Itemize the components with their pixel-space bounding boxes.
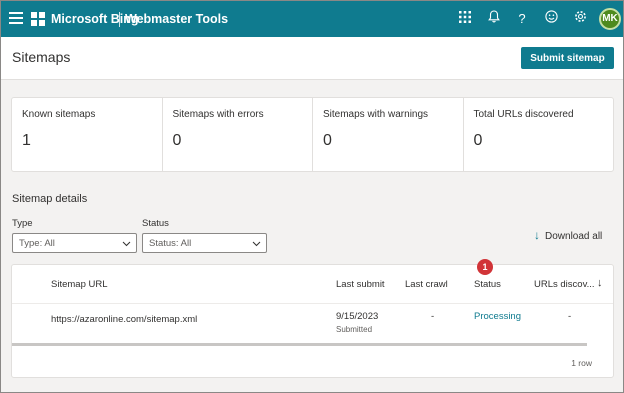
stat-label: Total URLs discovered xyxy=(473,109,574,120)
chevron-down-icon xyxy=(122,236,131,250)
stat-label: Sitemaps with errors xyxy=(172,109,264,120)
horizontal-scrollbar[interactable] xyxy=(12,343,587,346)
sort-arrow-icon[interactable]: ↓ xyxy=(597,277,603,289)
row-submit-note: Submitted xyxy=(336,325,373,334)
row-count: 1 row xyxy=(571,358,592,368)
download-icon: ↓ xyxy=(534,228,540,242)
stat-value: 0 xyxy=(172,132,182,149)
stat-total-urls-discovered: Total URLs discovered 0 xyxy=(464,98,614,171)
settings-icon[interactable] xyxy=(571,10,589,28)
download-all-button[interactable]: ↓ Download all xyxy=(534,228,602,242)
smiley-icon[interactable] xyxy=(542,10,560,28)
sitemap-table: Sitemap URL Last submit Last crawl Statu… xyxy=(11,264,614,378)
help-icon[interactable]: ? xyxy=(513,10,531,28)
stat-sitemaps-with-warnings: Sitemaps with warnings 0 xyxy=(313,98,464,171)
row-sitemap-url[interactable]: https://azaronline.com/sitemap.xml xyxy=(51,314,197,325)
product-name[interactable]: Webmaster Tools xyxy=(125,12,228,26)
hamburger-menu-icon[interactable] xyxy=(9,12,23,24)
type-filter-dropdown[interactable]: Type: All xyxy=(12,233,137,253)
submit-sitemap-button[interactable]: Submit sitemap xyxy=(521,47,614,69)
row-status[interactable]: Processing xyxy=(474,311,521,322)
status-filter-value: Status: All xyxy=(149,238,192,249)
bell-icon[interactable] xyxy=(485,10,503,28)
sitemap-details-title: Sitemap details xyxy=(12,193,88,205)
row-urls-discovered: - xyxy=(568,311,572,322)
type-filter-value: Type: All xyxy=(19,238,55,249)
stat-value: 1 xyxy=(22,132,31,149)
stat-sitemaps-with-errors: Sitemaps with errors 0 xyxy=(163,98,313,171)
stat-value: 0 xyxy=(473,132,483,149)
column-header-urls-discovered[interactable]: URLs discov... xyxy=(534,279,595,290)
microsoft-logo-icon xyxy=(31,12,45,26)
status-filter-label: Status xyxy=(142,218,169,229)
header-divider xyxy=(12,303,613,304)
status-filter-dropdown[interactable]: Status: All xyxy=(142,233,267,253)
status-badge: 1 xyxy=(477,259,493,275)
download-all-label: Download all xyxy=(545,231,603,242)
top-bar: Microsoft Bing Webmaster Tools ? MK xyxy=(1,1,623,37)
page-title: Sitemaps xyxy=(12,49,71,65)
column-header-sitemap-url[interactable]: Sitemap URL xyxy=(51,279,108,290)
stats-panel: Known sitemaps 1 Sitemaps with errors 0 … xyxy=(11,97,614,172)
page-header: Sitemaps Submit sitemap xyxy=(1,37,623,80)
type-filter-label: Type xyxy=(12,218,33,229)
chevron-down-icon xyxy=(252,236,261,250)
row-last-crawl: - xyxy=(431,311,435,322)
row-last-submit: 9/15/2023 xyxy=(336,311,379,322)
column-header-last-crawl[interactable]: Last crawl xyxy=(405,279,448,290)
stat-label: Sitemaps with warnings xyxy=(323,109,429,120)
apps-grid-icon[interactable] xyxy=(456,10,474,28)
avatar[interactable]: MK xyxy=(599,8,621,30)
column-header-status[interactable]: Status xyxy=(474,279,501,290)
stat-known-sitemaps: Known sitemaps 1 xyxy=(12,98,163,171)
column-header-last-submit[interactable]: Last submit xyxy=(336,279,385,290)
stat-label: Known sitemaps xyxy=(22,109,96,120)
brand-divider xyxy=(119,12,120,27)
stat-value: 0 xyxy=(323,132,332,149)
